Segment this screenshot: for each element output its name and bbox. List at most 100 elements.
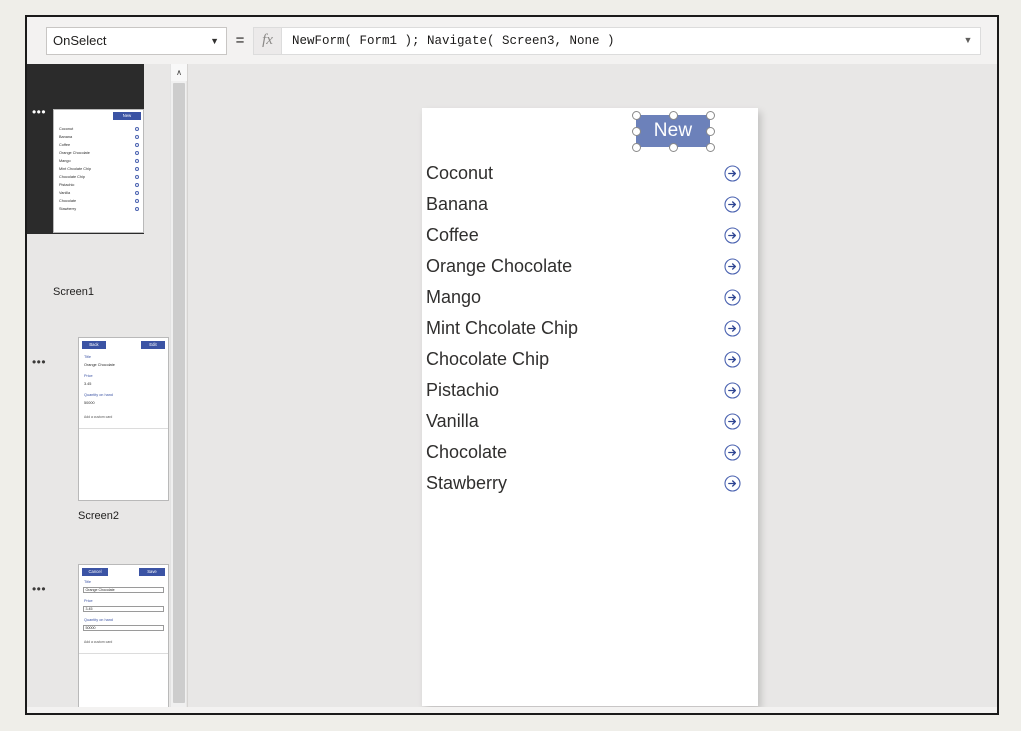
mini-field-value: 3.45 xyxy=(84,382,92,386)
mini-add-custom-card: Add a custom card xyxy=(84,415,113,419)
gallery-row[interactable]: Coffee xyxy=(422,220,758,251)
mini-field-input-value: 3.45 xyxy=(85,607,93,611)
fx-icon: fx xyxy=(253,26,281,55)
screen-entry-screen3[interactable]: ••• Cancel Save Title Orange Chocolate P… xyxy=(27,561,170,713)
gallery-item-label: Orange Chocolate xyxy=(426,256,573,276)
mini-field-label: Price xyxy=(84,599,93,603)
formula-bar: OnSelect ▼ = fx ▼ xyxy=(27,17,997,64)
mini-field-label: Price xyxy=(84,374,93,378)
gallery-row[interactable]: Banana xyxy=(422,189,758,220)
gallery-row[interactable]: Coconut xyxy=(422,158,758,189)
arrow-right-circle-icon[interactable] xyxy=(724,165,741,182)
gallery-row[interactable]: Chocolate xyxy=(422,437,758,468)
mini-list-item: Coffee xyxy=(59,143,71,147)
arrow-right-circle-icon[interactable] xyxy=(724,382,741,399)
mini-field-input-value: 50000 xyxy=(85,626,96,630)
gallery-row[interactable]: Stawberry xyxy=(422,468,758,499)
mini-arrow-icon xyxy=(135,159,139,163)
formula-input[interactable] xyxy=(282,27,956,54)
screen1-context-menu-button[interactable]: ••• xyxy=(30,106,48,118)
formula-expand-chevron-down-icon[interactable]: ▼ xyxy=(956,36,980,45)
mini-field-input: 50000 xyxy=(83,625,164,631)
selection-handle-top-left[interactable] xyxy=(631,110,641,120)
canvas-area[interactable]: New Coconut Banana Coffee Orange Chocola… xyxy=(188,64,997,713)
equals-label: = xyxy=(235,32,245,49)
selection-handle-middle-right[interactable] xyxy=(705,126,715,136)
arrow-right-circle-icon[interactable] xyxy=(724,258,741,275)
mini-field-label: Quantity on hand xyxy=(84,618,113,622)
mini-save-button: Save xyxy=(139,568,165,576)
screen2-thumbnail[interactable]: Back Edit Title Orange Chocolate Price 3… xyxy=(78,337,169,501)
mini-arrow-icon xyxy=(135,143,139,147)
gallery-item-label: Coffee xyxy=(426,225,479,245)
mini-list-item: Vanilla xyxy=(59,191,71,195)
mini-list-item: Coconut xyxy=(59,127,74,131)
mini-arrow-icon xyxy=(135,135,139,139)
mini-arrow-icon xyxy=(135,175,139,179)
mini-arrow-icon xyxy=(135,127,139,131)
gallery-row[interactable]: Chocolate Chip xyxy=(422,344,758,375)
selection-handle-bottom-right[interactable] xyxy=(705,142,715,152)
screen2-context-menu-button[interactable]: ••• xyxy=(30,356,48,368)
selection-handle-middle-left[interactable] xyxy=(631,126,641,136)
gallery-item-label: Pistachio xyxy=(426,380,500,400)
mini-list-item: Orange Chocolate xyxy=(59,151,90,155)
mini-list-item: Chocolate xyxy=(59,199,77,203)
property-select-wrapper: OnSelect ▼ xyxy=(46,26,227,55)
gallery-row[interactable]: Vanilla xyxy=(422,406,758,437)
gallery-row[interactable]: Orange Chocolate xyxy=(422,251,758,282)
arrow-right-circle-icon[interactable] xyxy=(724,289,741,306)
arrow-right-circle-icon[interactable] xyxy=(724,475,741,492)
mini-field-label: Quantity on hand xyxy=(84,393,113,397)
gallery-item-label: Banana xyxy=(426,194,489,214)
arrow-right-circle-icon[interactable] xyxy=(724,227,741,244)
selection-handle-bottom-left[interactable] xyxy=(631,142,641,152)
arrow-right-circle-icon[interactable] xyxy=(724,351,741,368)
mini-arrow-icon xyxy=(135,199,139,203)
power-apps-studio-window: OnSelect ▼ = fx ▼ ••• New Coconut xyxy=(25,15,999,715)
mini-list-item: Banana xyxy=(59,135,73,139)
screens-tree-panel: ••• New Coconut Banana Coffee Orange Cho… xyxy=(27,64,170,713)
scrollbar-thumb[interactable] xyxy=(173,83,185,703)
screen3-context-menu-button[interactable]: ••• xyxy=(30,583,48,595)
gallery-item-label: Mango xyxy=(426,287,482,307)
mini-list-item: Mango xyxy=(59,159,71,163)
formula-input-wrapper[interactable]: ▼ xyxy=(281,26,981,55)
selection-handle-bottom-center[interactable] xyxy=(668,142,678,152)
gallery-row[interactable]: Mint Chcolate Chip xyxy=(422,313,758,344)
screens-panel-scrollbar[interactable]: ∧ xyxy=(170,64,187,713)
gallery-row[interactable]: Mango xyxy=(422,282,758,313)
mini-list-item: Stawberry xyxy=(59,207,77,211)
mini-back-button: Back xyxy=(82,341,106,349)
selection-handle-top-right[interactable] xyxy=(705,110,715,120)
mini-field-input: 3.45 xyxy=(83,606,164,612)
mini-arrow-icon xyxy=(135,151,139,155)
arrow-right-circle-icon[interactable] xyxy=(724,413,741,430)
gallery-item-label: Chocolate xyxy=(426,442,508,462)
screen-entry-screen2[interactable]: ••• Back Edit Title Orange Chocolate Pri… xyxy=(27,334,170,522)
screen2-thumb-row: ••• Back Edit Title Orange Chocolate Pri… xyxy=(27,334,170,501)
gallery-row[interactable]: Pistachio xyxy=(422,375,758,406)
arrow-right-circle-icon[interactable] xyxy=(724,444,741,461)
mini-field-input-value: Orange Chocolate xyxy=(85,588,115,592)
screen3-thumb-row: ••• Cancel Save Title Orange Chocolate P… xyxy=(27,561,170,713)
mini-arrow-icon xyxy=(135,191,139,195)
gallery-item-label: Chocolate Chip xyxy=(426,349,550,369)
mini-list-item: Mint Chcolate Chip xyxy=(59,167,92,171)
arrow-right-circle-icon[interactable] xyxy=(724,196,741,213)
selection-handle-top-center[interactable] xyxy=(668,110,678,120)
screen3-thumbnail[interactable]: Cancel Save Title Orange Chocolate Price… xyxy=(78,564,169,713)
mini-new-button: New xyxy=(113,112,141,120)
screen-entry-screen1[interactable]: ••• New Coconut Banana Coffee Orange Cho… xyxy=(27,64,170,298)
scroll-up-arrow-icon[interactable]: ∧ xyxy=(171,64,187,81)
mini-field-label: Title xyxy=(84,580,92,584)
gallery-item-label: Vanilla xyxy=(426,411,479,431)
mini-field-label: Title xyxy=(84,355,92,359)
screen1-thumb-row: ••• New Coconut Banana Coffee Orange Cho… xyxy=(27,64,170,234)
gallery-list[interactable]: Coconut Banana Coffee Orange Chocolate M… xyxy=(422,158,758,499)
screen1-thumbnail[interactable]: New Coconut Banana Coffee Orange Chocola… xyxy=(53,109,144,233)
arrow-right-circle-icon[interactable] xyxy=(724,320,741,337)
mini-field-value: 50000 xyxy=(84,401,95,405)
property-select[interactable]: OnSelect xyxy=(46,26,227,55)
gallery-item-label: Coconut xyxy=(426,163,494,183)
